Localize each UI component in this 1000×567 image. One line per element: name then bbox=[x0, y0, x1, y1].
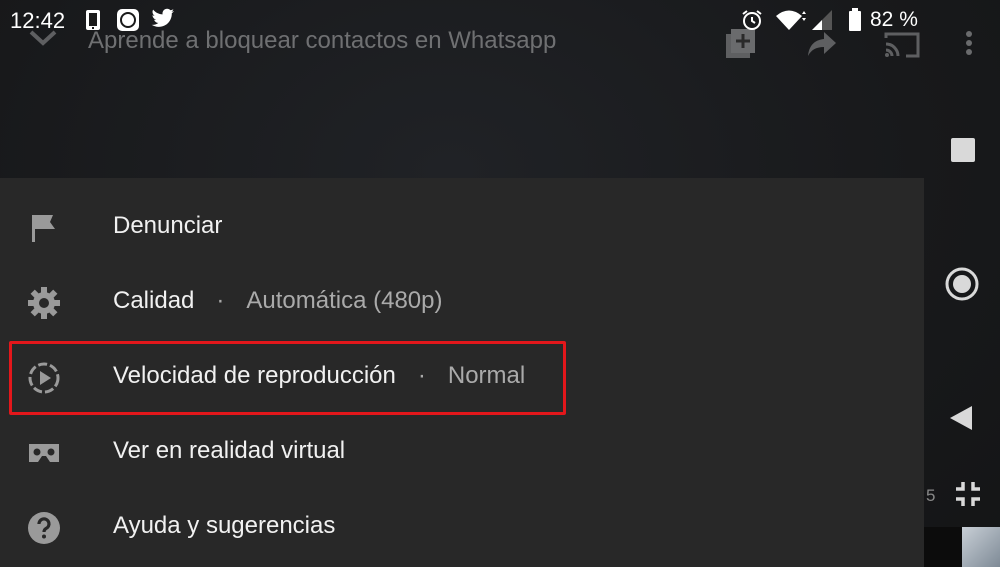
help-icon bbox=[26, 510, 62, 546]
dark-thumbnail bbox=[924, 527, 962, 567]
twitter-icon bbox=[151, 8, 175, 35]
menu-item-help[interactable]: Ayuda y sugerencias bbox=[0, 490, 924, 565]
menu-item-label: Calidad bbox=[113, 287, 195, 314]
battery-icon bbox=[848, 8, 862, 37]
alarm-icon bbox=[740, 8, 764, 37]
video-thumbnail[interactable] bbox=[962, 527, 1000, 567]
signal-icon bbox=[810, 8, 836, 37]
menu-item-report[interactable]: Denunciar bbox=[0, 190, 924, 265]
triangle-back-icon[interactable] bbox=[948, 404, 974, 437]
status-time: 12:42 bbox=[10, 8, 66, 33]
highlight-annotation-box bbox=[9, 341, 566, 415]
battery-percent: 82 % bbox=[870, 8, 918, 31]
menu-item-label: Ver en realidad virtual bbox=[113, 437, 346, 464]
circle-home-icon[interactable] bbox=[944, 266, 980, 307]
vr-headset-icon bbox=[26, 435, 62, 471]
square-recents-icon[interactable] bbox=[950, 137, 976, 168]
app-badge-icon bbox=[116, 8, 140, 37]
flag-icon bbox=[26, 210, 62, 246]
menu-item-label: Ayuda y sugerencias bbox=[113, 512, 336, 539]
menu-item-virtual-reality[interactable]: Ver en realidad virtual bbox=[0, 415, 924, 490]
gear-icon bbox=[26, 285, 62, 321]
status-bar: 12:42 82 % bbox=[0, 0, 1000, 40]
menu-item-value: Automática (480p) bbox=[246, 287, 443, 314]
wifi-icon bbox=[774, 8, 806, 37]
exit-fullscreen-icon[interactable] bbox=[954, 480, 982, 513]
side-partial-label: 5 bbox=[926, 486, 936, 505]
menu-item-quality[interactable]: Calidad · Automática (480p) bbox=[0, 265, 924, 340]
menu-item-label: Denunciar bbox=[113, 212, 223, 239]
separator-dot: · bbox=[216, 287, 225, 314]
phone-icon bbox=[82, 8, 108, 39]
